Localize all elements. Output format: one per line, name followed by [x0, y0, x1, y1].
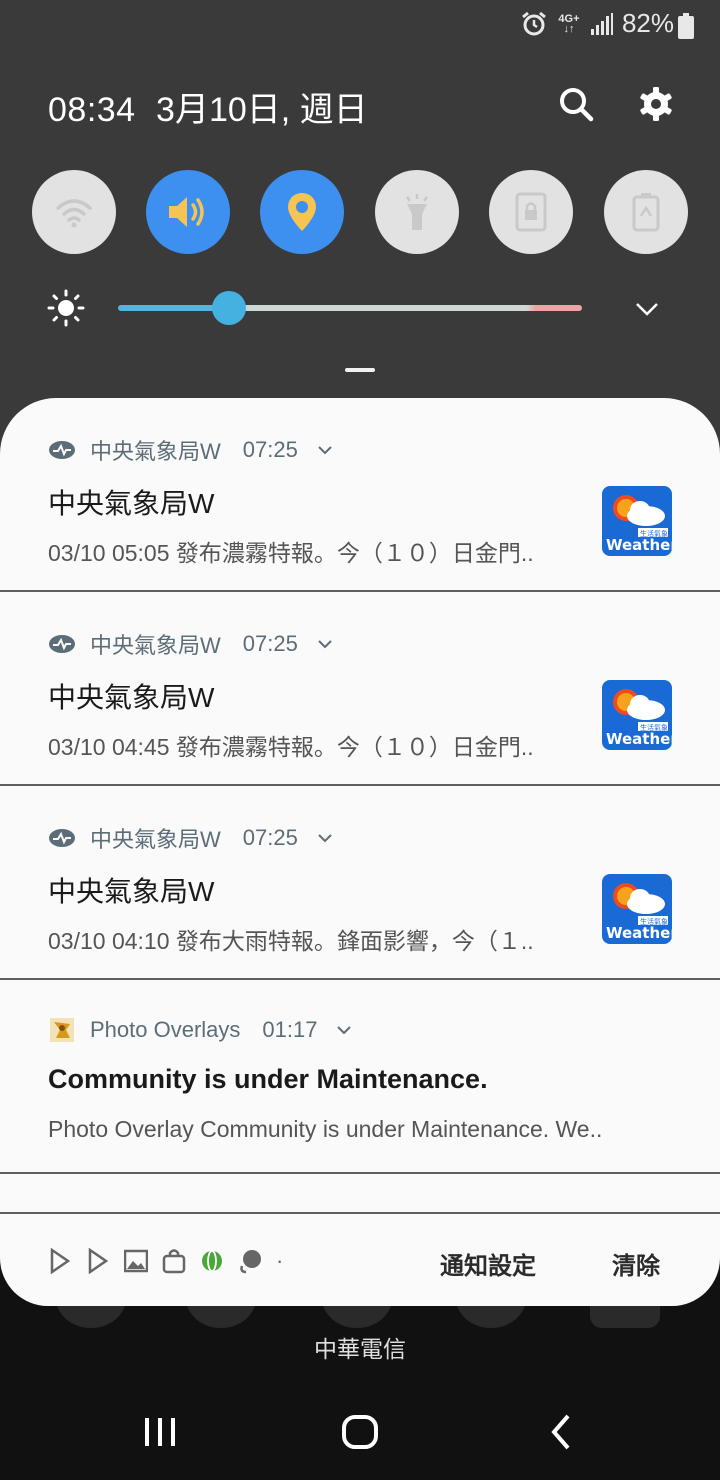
notification-header: 中央氣象局W 07:25 — [48, 434, 334, 466]
battery-percentage: 82% — [621, 8, 674, 38]
notification-item[interactable]: 中央氣象局W 07:25 中央氣象局W 03/10 04:45 發布濃霧特報。今… — [0, 592, 720, 786]
notification-footer: · 通知設定 清除 — [0, 1218, 720, 1306]
photo-overlays-app-icon — [50, 1018, 74, 1042]
play-store-icon — [50, 1248, 71, 1274]
image-icon — [124, 1249, 148, 1273]
notification-item[interactable]: Photo Overlays 01:17 Community is under … — [0, 980, 720, 1174]
flashlight-toggle[interactable] — [375, 170, 459, 254]
notification-header: 中央氣象局W 07:25 — [48, 822, 334, 854]
wifi-toggle[interactable] — [32, 170, 116, 254]
app-name: 中央氣象局W — [90, 439, 221, 464]
app-name: 中央氣象局W — [90, 633, 221, 658]
weather-logo-thumbnail: Weather 生活氣象 — [602, 874, 672, 944]
panel-drag-handle[interactable] — [345, 368, 375, 372]
search-icon[interactable] — [556, 84, 596, 124]
chat-bubble-icon — [240, 1250, 261, 1274]
notification-header: Photo Overlays 01:17 — [48, 1016, 353, 1044]
chevron-down-icon[interactable] — [316, 441, 334, 459]
notification-text: Photo Overlay Community is under Mainten… — [48, 1116, 603, 1142]
signal-icon — [590, 12, 613, 35]
thumb-sublabel: 生活氣象 — [640, 917, 668, 926]
notification-divider — [0, 1174, 720, 1214]
battery-icon — [678, 13, 694, 39]
clear-all-button[interactable]: 清除 — [612, 1246, 660, 1281]
weather-logo-thumbnail: Weather 生活氣象 — [602, 680, 672, 750]
weather-app-icon — [49, 829, 75, 847]
notification-time: 01:17 — [262, 1017, 318, 1042]
chevron-down-icon[interactable] — [316, 635, 334, 653]
notification-title: Community is under Maintenance. — [48, 1064, 488, 1094]
power-saving-toggle[interactable] — [604, 170, 688, 254]
shopping-bag-icon — [162, 1249, 186, 1274]
notification-panel: 中央氣象局W 07:25 中央氣象局W 03/10 05:05 發布濃霧特報。今… — [0, 398, 720, 1306]
back-icon[interactable] — [542, 1410, 582, 1454]
gear-icon[interactable] — [636, 84, 676, 124]
quick-settings-toggles — [32, 170, 692, 256]
wifi-icon — [56, 199, 92, 228]
brightness-slider[interactable] — [118, 291, 582, 325]
notification-text: 03/10 04:10 發布大雨特報。鋒面影響，今（１.. — [48, 928, 534, 954]
flashlight-icon — [406, 194, 428, 230]
weather-app-icon — [49, 441, 75, 459]
recent-apps-icon[interactable] — [140, 1410, 180, 1454]
notification-item[interactable]: 中央氣象局W 07:25 中央氣象局W 03/10 04:10 發布大雨特報。鋒… — [0, 786, 720, 980]
status-bar: 4G+ ↓↑ 82% — [0, 0, 720, 52]
thumb-label: Weather — [606, 924, 672, 942]
chevron-down-icon[interactable] — [316, 829, 334, 847]
thumb-label: Weather — [606, 730, 672, 748]
chevron-down-icon[interactable] — [335, 1021, 353, 1039]
weather-logo-thumbnail: Weather 生活氣象 — [602, 486, 672, 556]
location-toggle[interactable] — [260, 170, 344, 254]
weather-logo-icon: Weather 生活氣象 — [606, 883, 672, 942]
home-icon[interactable] — [340, 1410, 380, 1454]
carrier-label: 中華電信 — [314, 1336, 406, 1362]
notification-text: 03/10 04:45 發布濃霧特報。今（１０）日金門.. — [48, 734, 534, 760]
globe-icon — [202, 1250, 222, 1272]
thumb-sublabel: 生活氣象 — [640, 529, 668, 538]
more-indicator: · — [276, 1248, 284, 1273]
notification-title: 中央氣象局W — [48, 488, 215, 519]
app-name: 中央氣象局W — [90, 827, 221, 852]
hidden-notification-icons: · — [48, 1248, 283, 1274]
volume-icon — [169, 197, 204, 227]
status-icons: 4G+ ↓↑ 82% — [520, 8, 694, 39]
rotation-lock-icon — [515, 192, 547, 232]
alarm-icon — [522, 11, 546, 35]
notification-title: 中央氣象局W — [48, 876, 215, 907]
quick-panel-header: 08:34 3月10日, 週日 — [48, 82, 678, 132]
weather-logo-icon: Weather 生活氣象 — [606, 495, 672, 554]
location-pin-icon — [288, 193, 316, 231]
thumb-label: Weather — [606, 536, 672, 554]
notification-header: 中央氣象局W 07:25 — [48, 628, 334, 660]
sound-toggle[interactable] — [146, 170, 230, 254]
brightness-icon — [47, 289, 85, 327]
network-type-indicator: 4G+ ↓↑ — [558, 12, 580, 35]
brightness-control — [46, 288, 676, 328]
notification-settings-button[interactable]: 通知設定 — [440, 1246, 536, 1281]
navigation-bar — [0, 1400, 720, 1464]
date: 3月10日, 週日 — [156, 91, 368, 129]
chevron-down-icon[interactable] — [632, 294, 662, 324]
weather-logo-icon: Weather 生活氣象 — [606, 689, 672, 748]
notification-time: 07:25 — [242, 825, 298, 850]
app-name: Photo Overlays — [90, 1017, 241, 1042]
weather-app-icon — [49, 635, 75, 653]
clock: 08:34 — [48, 91, 136, 129]
play-store-icon — [88, 1248, 109, 1274]
notification-title: 中央氣象局W — [48, 682, 215, 713]
notification-item[interactable]: 中央氣象局W 07:25 中央氣象局W 03/10 05:05 發布濃霧特報。今… — [0, 398, 720, 592]
notification-time: 07:25 — [242, 437, 298, 462]
thumb-sublabel: 生活氣象 — [640, 723, 668, 732]
battery-saver-icon — [632, 193, 660, 232]
screen-lock-toggle[interactable] — [489, 170, 573, 254]
brightness-slider-thumb[interactable] — [212, 291, 247, 325]
notification-text: 03/10 05:05 發布濃霧特報。今（１０）日金門.. — [48, 540, 534, 566]
notification-time: 07:25 — [242, 631, 298, 656]
